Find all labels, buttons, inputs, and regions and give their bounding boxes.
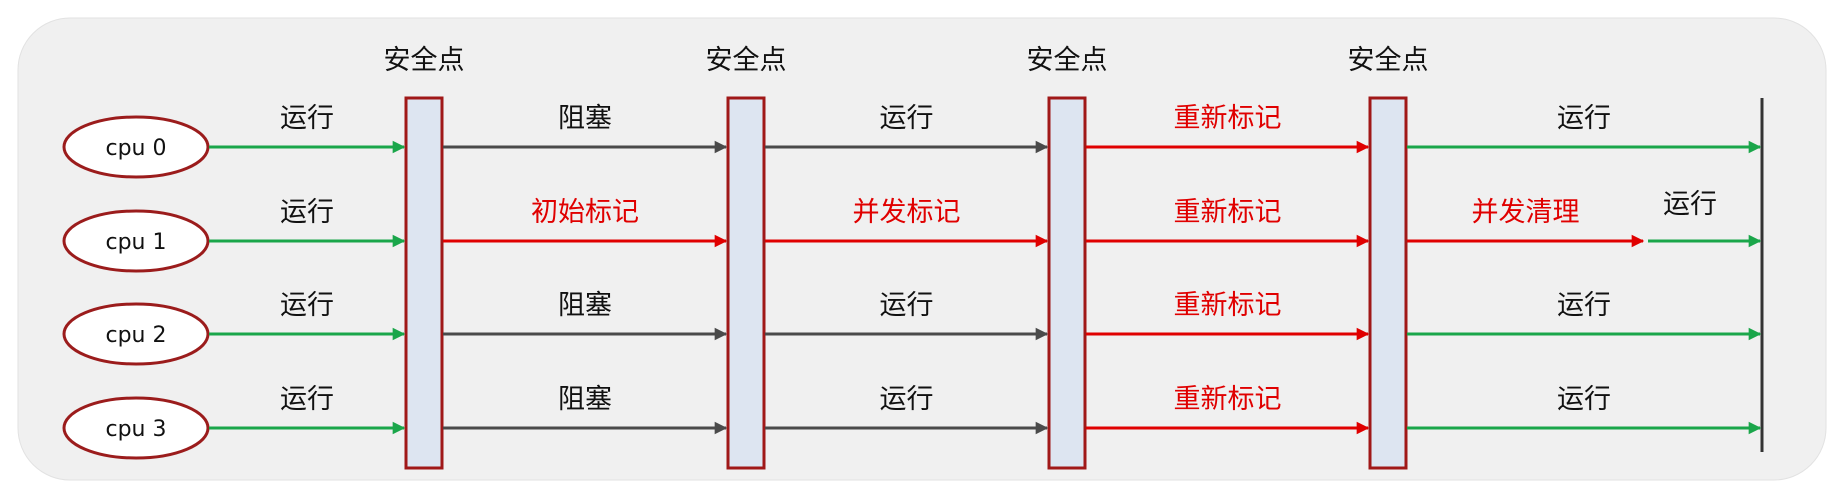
safepoint-label: 安全点 xyxy=(1027,45,1108,76)
phase-label: 初始标记 xyxy=(531,197,639,228)
safepoint-bar xyxy=(726,96,766,470)
phase-label: 重新标记 xyxy=(1174,384,1282,415)
safepoint-label: 安全点 xyxy=(384,45,465,76)
phase-label: 重新标记 xyxy=(1174,197,1282,228)
gc-safepoint-diagram: 安全点 安全点 安全点 安全点 cpu 0 运行 阻塞 运行 重新标记 运行 cpu 1 运行 初始标记… xyxy=(0,0,1845,502)
safepoint-label: 安全点 xyxy=(706,45,787,76)
phase-label: 运行 xyxy=(1557,384,1611,415)
phase-label: 阻塞 xyxy=(558,290,612,321)
cpu-label: cpu 2 xyxy=(106,323,167,348)
phase-label: 运行 xyxy=(280,384,334,415)
phase-label: 运行 xyxy=(880,103,934,134)
cpu-label: cpu 3 xyxy=(106,417,167,442)
phase-label: 阻塞 xyxy=(558,103,612,134)
phase-label: 运行 xyxy=(280,197,334,228)
cpu-label: cpu 0 xyxy=(106,136,167,161)
phase-label: 运行 xyxy=(280,290,334,321)
phase-label: 重新标记 xyxy=(1174,103,1282,134)
safepoint-bar xyxy=(1047,96,1087,470)
phase-label: 并发标记 xyxy=(853,197,961,228)
safepoint-bar xyxy=(404,96,444,470)
safepoint-bar xyxy=(1368,96,1408,470)
safepoint-label: 安全点 xyxy=(1348,45,1429,76)
phase-label: 阻塞 xyxy=(558,384,612,415)
phase-label: 运行 xyxy=(1557,290,1611,321)
phase-label: 并发清理 xyxy=(1472,197,1580,228)
phase-label: 运行 xyxy=(1663,189,1717,220)
cpu-label: cpu 1 xyxy=(106,230,167,255)
diagram-canvas: 安全点 安全点 安全点 安全点cpu 0运行 阻塞 运行 重新标记 运行cpu 1运行 初始标记… xyxy=(17,17,1827,481)
phase-label: 运行 xyxy=(280,103,334,134)
phase-label: 重新标记 xyxy=(1174,290,1282,321)
phase-label: 运行 xyxy=(1557,103,1611,134)
phase-label: 运行 xyxy=(880,290,934,321)
phase-label: 运行 xyxy=(880,384,934,415)
